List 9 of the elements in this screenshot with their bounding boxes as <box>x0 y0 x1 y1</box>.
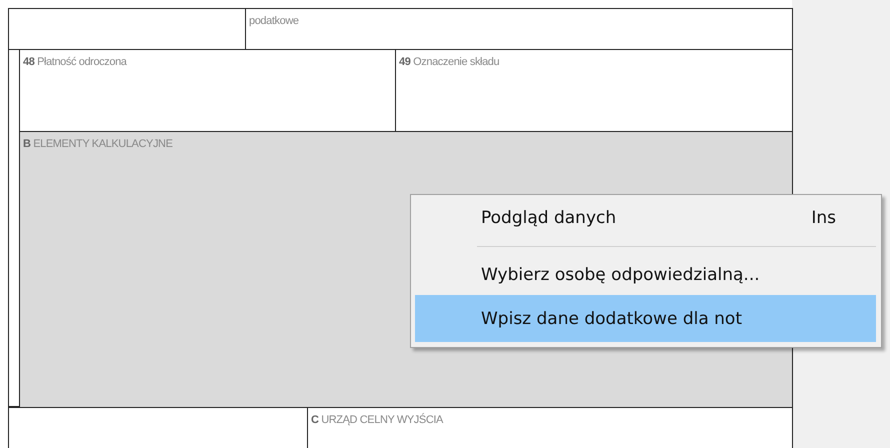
field-label: 49 Oznaczenie składu <box>399 56 500 68</box>
section-title: C URZĄD CELNY WYJŚCIA <box>311 414 443 426</box>
section-title: B ELEMENTY KALKULACYJNE <box>23 138 173 150</box>
field-label: 48 Płatność odroczona <box>23 56 127 68</box>
menu-item[interactable]: Wybierz osobę odpowiedzialną... <box>415 255 876 295</box>
field-label: podatkowe <box>249 15 299 27</box>
menu-item[interactable]: Wpisz dane dodatkowe dla not <box>415 295 876 342</box>
shortcut-label: Ins <box>811 208 836 228</box>
menu-item[interactable]: Podgląd danych Ins <box>415 198 876 238</box>
